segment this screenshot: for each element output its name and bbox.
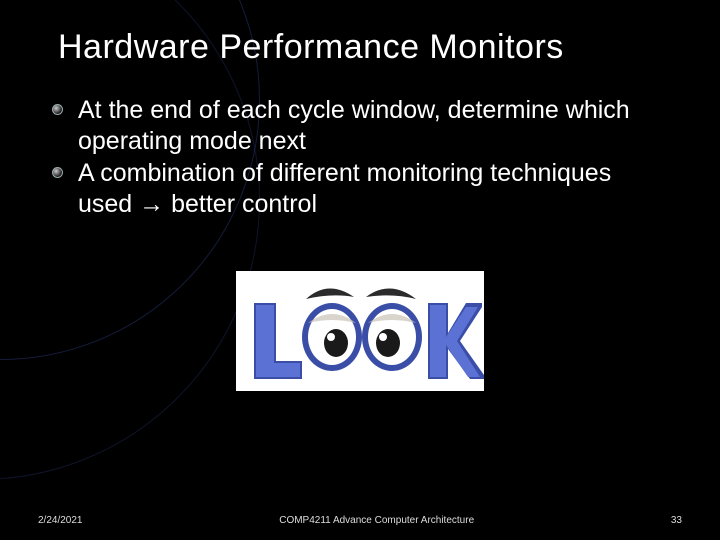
slide-footer: 2/24/2021 COMP4211 Advance Computer Arch… [0,515,720,526]
footer-course: COMP4211 Advance Computer Architecture [83,515,671,526]
footer-date: 2/24/2021 [38,515,83,526]
look-logo [236,271,484,391]
bullet-icon [52,167,63,178]
bullet-text: A combination of different monitoring te… [78,159,611,218]
bullet-icon [52,104,63,115]
bullet-item: At the end of each cycle window, determi… [52,95,666,156]
slide-title: Hardware Performance Monitors [58,28,672,67]
bullet-text: At the end of each cycle window, determi… [78,96,630,155]
look-logo-svg [236,271,484,391]
bullet-item: A combination of different monitoring te… [52,158,666,219]
footer-page-number: 33 [671,515,682,526]
bullet-list: At the end of each cycle window, determi… [48,95,672,219]
image-container [48,271,672,391]
slide: Hardware Performance Monitors At the end… [0,0,720,540]
